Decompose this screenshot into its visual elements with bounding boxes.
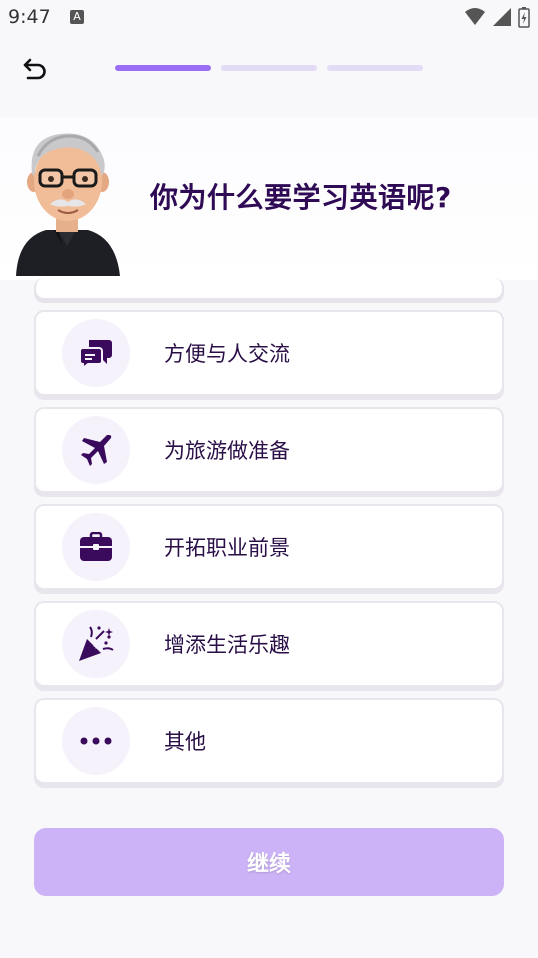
progress-segment-2 [221,65,317,71]
option-icon-container [62,610,130,678]
option-travel[interactable]: 为旅游做准备 [34,407,504,493]
partial-option-card [34,278,504,300]
option-fun[interactable]: 增添生活乐趣 [34,601,504,687]
option-label: 方便与人交流 [164,342,290,366]
more-dots-icon [80,737,112,745]
wifi-icon [465,8,485,25]
undo-arrow-icon [23,58,46,80]
option-career[interactable]: 开拓职业前景 [34,504,504,590]
notification-icon: A [70,10,84,24]
status-time: 9:47 [8,6,51,28]
option-icon-container [62,513,130,581]
cell-signal-icon [493,8,511,26]
option-label: 开拓职业前景 [164,536,290,560]
briefcase-icon [80,532,112,561]
option-label: 为旅游做准备 [164,439,290,463]
status-bar: 9:47 A [0,0,538,36]
status-indicators [464,6,530,28]
progress-segment-3 [327,65,423,71]
back-button[interactable] [18,52,52,86]
options-list: 方便与人交流 为旅游做准备 开拓职业前景 增添生活乐趣 其他 [34,310,504,795]
question-header: 你为什么要学习英语呢? [0,118,538,280]
option-label: 增添生活乐趣 [164,633,290,657]
progress-segment-1 [115,65,211,71]
option-icon-container [62,319,130,387]
airplane-icon [81,435,112,466]
option-other[interactable]: 其他 [34,698,504,784]
party-popper-icon [79,626,114,661]
chat-bubbles-icon [79,340,112,368]
continue-button[interactable]: 继续 [34,828,504,896]
option-icon-container [62,707,130,775]
progress-indicator [115,65,423,71]
option-label: 其他 [164,730,206,754]
option-icon-container [62,416,130,484]
battery-icon [518,7,530,28]
question-title: 你为什么要学习英语呢? [150,181,452,214]
option-communicate[interactable]: 方便与人交流 [34,310,504,396]
teacher-avatar [16,133,120,276]
